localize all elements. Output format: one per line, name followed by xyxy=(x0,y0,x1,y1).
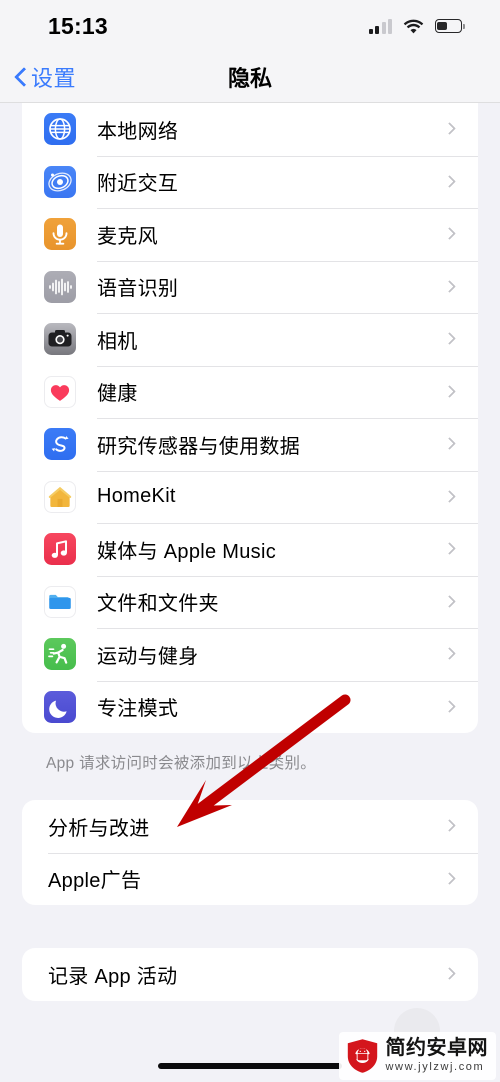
row-label: 分析与改进 xyxy=(48,817,150,840)
row-record-app-activity[interactable]: 记录 App 活动 xyxy=(22,948,478,1001)
chevron-right-icon xyxy=(443,279,456,293)
row-health[interactable]: 健康 xyxy=(22,365,478,419)
back-button-label: 设置 xyxy=(31,66,77,91)
row-label: 本地网络 xyxy=(97,120,179,143)
chevron-right-icon xyxy=(443,699,456,713)
group-analytics-advertising: 分析与改进 Apple广告 xyxy=(22,800,478,905)
row-label: 专注模式 xyxy=(97,698,179,721)
navigation-bar: 设置 隐私 xyxy=(0,52,500,103)
chevron-right-icon xyxy=(443,871,456,885)
microphone-icon xyxy=(44,218,76,251)
cellular-bars-icon xyxy=(368,18,392,34)
chevron-right-icon xyxy=(443,967,456,981)
row-homekit[interactable]: HomeKit xyxy=(22,470,478,524)
research-icon xyxy=(44,428,76,461)
row-camera[interactable]: 相机 xyxy=(22,313,478,366)
status-bar: 15:13 xyxy=(0,0,500,52)
iphone-screen: 15:13 设置 隐私 本地网络 附近交互 麦克风 语音识别 相机 健康 研究传… xyxy=(0,0,500,1082)
group-privacy-permissions: 本地网络 附近交互 麦克风 语音识别 相机 健康 研究传感器与使用数据 Home… xyxy=(22,103,478,733)
decorative-blob xyxy=(394,1008,440,1034)
row-focus[interactable]: 专注模式 xyxy=(22,680,478,734)
chevron-right-icon xyxy=(443,647,456,661)
row-label: 记录 App 活动 xyxy=(48,965,178,988)
watermark-site-name: 简约安卓网 xyxy=(385,1037,488,1060)
nearby-radar-icon xyxy=(44,165,76,198)
chevron-right-icon xyxy=(443,332,456,346)
chevron-right-icon xyxy=(443,489,456,503)
music-note-icon xyxy=(44,533,76,566)
chevron-right-icon xyxy=(443,174,456,188)
row-label: 文件和文件夹 xyxy=(97,593,219,616)
row-label: 附近交互 xyxy=(97,173,179,196)
site-watermark: 简约安卓网 www.jylzwj.com xyxy=(338,1032,496,1080)
row-motion-fitness[interactable]: 运动与健身 xyxy=(22,628,478,681)
home-icon xyxy=(44,480,76,513)
chevron-right-icon xyxy=(443,594,456,608)
row-label: 健康 xyxy=(97,383,138,406)
globe-icon xyxy=(44,113,76,146)
status-bar-time: 15:13 xyxy=(48,12,108,39)
group-app-activity: 记录 App 活动 xyxy=(22,948,478,1001)
row-apple-advertising[interactable]: Apple广告 xyxy=(22,852,478,906)
settings-scroll-view[interactable]: 本地网络 附近交互 麦克风 语音识别 相机 健康 研究传感器与使用数据 Home… xyxy=(0,103,500,1082)
chevron-right-icon xyxy=(443,819,456,833)
row-files-and-folders[interactable]: 文件和文件夹 xyxy=(22,575,478,629)
waveform-icon xyxy=(44,270,76,303)
row-media-apple-music[interactable]: 媒体与 Apple Music xyxy=(22,523,478,576)
heart-icon xyxy=(44,375,76,408)
back-button[interactable]: 设置 xyxy=(0,61,76,93)
moon-icon xyxy=(44,690,76,723)
row-label: 相机 xyxy=(97,330,138,353)
chevron-right-icon xyxy=(443,122,456,136)
chevron-right-icon xyxy=(443,227,456,241)
row-analytics-improvements[interactable]: 分析与改进 xyxy=(22,800,478,853)
row-label: HomeKit xyxy=(97,485,176,508)
row-nearby-interactions[interactable]: 附近交互 xyxy=(22,155,478,209)
row-label: 语音识别 xyxy=(97,278,179,301)
row-label: 媒体与 Apple Music xyxy=(97,540,276,563)
home-indicator xyxy=(158,1063,342,1069)
row-local-network[interactable]: 本地网络 xyxy=(22,103,478,156)
chevron-right-icon xyxy=(443,437,456,451)
row-label: 麦克风 xyxy=(97,225,158,248)
privacy-footnote: App 请求访问时会被添加到以上类别。 xyxy=(46,755,317,772)
camera-icon xyxy=(44,323,76,356)
row-label: Apple广告 xyxy=(48,870,142,893)
row-label: 运动与健身 xyxy=(97,645,199,668)
status-bar-indicators xyxy=(368,18,465,34)
row-label: 研究传感器与使用数据 xyxy=(97,435,300,458)
watermark-site-url: www.jylzwj.com xyxy=(385,1061,485,1074)
running-icon xyxy=(44,638,76,671)
folder-icon xyxy=(44,585,76,618)
chevron-right-icon xyxy=(443,384,456,398)
wifi-icon xyxy=(403,19,424,34)
row-speech-recognition[interactable]: 语音识别 xyxy=(22,260,478,314)
chevron-right-icon xyxy=(443,542,456,556)
row-research-sensor-usage-data[interactable]: 研究传感器与使用数据 xyxy=(22,418,478,471)
battery-icon xyxy=(435,19,465,33)
chevron-left-icon xyxy=(14,66,27,88)
row-microphone[interactable]: 麦克风 xyxy=(22,208,478,261)
android-shield-icon xyxy=(346,1038,379,1074)
